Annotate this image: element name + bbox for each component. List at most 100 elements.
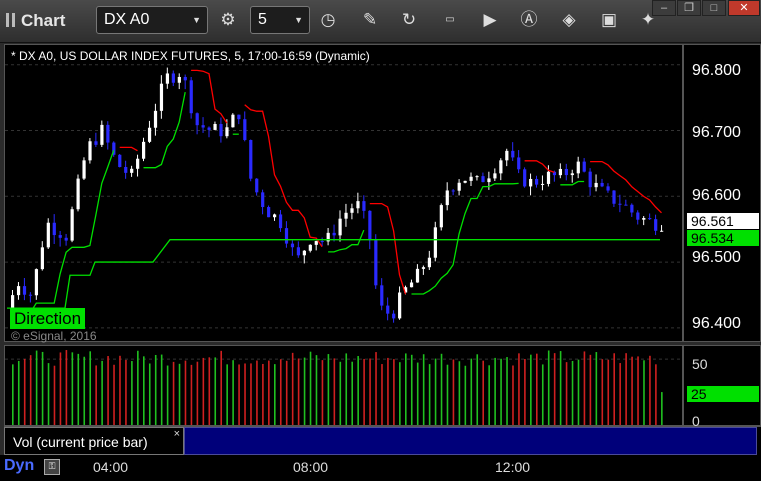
grip-icon[interactable] [6, 13, 15, 27]
volume-bar [71, 352, 74, 425]
lock-icon[interactable]: ⚿ [44, 459, 60, 475]
volume-bar [494, 357, 496, 425]
volume-bar [363, 358, 365, 425]
volume-bar [381, 364, 383, 425]
volume-bar [583, 351, 586, 425]
pencil-icon[interactable]: ✎ [358, 8, 382, 32]
refresh-icon[interactable]: ↻ [397, 8, 421, 32]
candle-body [487, 178, 491, 183]
candle-body [183, 76, 187, 81]
volume-bar [131, 361, 133, 425]
candle-body [70, 209, 74, 241]
minimize-icon[interactable]: – [652, 0, 676, 16]
candle-body [362, 201, 366, 211]
close-icon[interactable]: × [174, 428, 180, 440]
clock-icon[interactable]: ◷ [316, 8, 340, 32]
candle-body [273, 214, 277, 218]
volume-bar [77, 353, 80, 425]
candle-body [124, 167, 128, 173]
volume-bar [256, 360, 258, 425]
candle-body [302, 250, 306, 256]
volume-bar [345, 353, 348, 425]
price-tick: 96.500 [692, 249, 741, 266]
volume-bar [571, 360, 574, 425]
close-icon[interactable]: ✕ [728, 0, 760, 16]
time-axis[interactable]: Dyn ⚿ 04:00 08:00 12:00 [0, 455, 761, 481]
volume-bar [279, 359, 282, 425]
maximize-icon[interactable]: □ [702, 0, 726, 16]
volume-bar [113, 364, 115, 425]
volume-bar [619, 363, 621, 425]
volume-bar [440, 353, 443, 425]
candle-body [350, 208, 354, 213]
candle-body [11, 295, 15, 309]
interval-value: 5 [258, 11, 267, 28]
volume-bar [405, 353, 407, 425]
symbol-selector[interactable]: DX A0 ▼ [96, 6, 208, 34]
candle-body [445, 190, 449, 206]
volume-bar [262, 363, 264, 425]
time-tick: 12:00 [495, 459, 531, 475]
candle-body [58, 235, 62, 238]
symbol-value: DX A0 [104, 11, 150, 28]
volume-bar [524, 358, 526, 425]
candle-body [517, 157, 521, 170]
volume-bar [309, 351, 312, 425]
volume-bar [244, 363, 246, 425]
price-axis[interactable]: 96.800 96.700 96.600 96.500 96.400 96.56… [683, 44, 761, 342]
volume-current-tag: 25 [687, 386, 759, 402]
chart-toolbar: Chart DX A0 ▼ ⚙ 5 ▼ ◷ ✎ ↻ ▭ ▶ Ⓐ ◈ ▣ ✦ – … [0, 0, 761, 43]
candle-body [433, 227, 437, 258]
candle-body [171, 73, 175, 83]
volume-bar [458, 361, 461, 425]
volume-bar [220, 350, 223, 425]
candle-body [332, 232, 336, 236]
candle-body [380, 285, 384, 306]
candle-body [82, 160, 86, 179]
volume-bar [125, 359, 127, 425]
volume-bar [250, 363, 252, 425]
volume-axis[interactable]: 50 25 0 [683, 345, 761, 429]
study-bar: Vol (current price bar) × [4, 426, 761, 455]
chat-icon[interactable]: ▣ [597, 8, 621, 32]
play-icon[interactable]: ▶ [478, 8, 502, 32]
volume-bar [506, 357, 508, 425]
volume-bar [637, 356, 639, 425]
volume-bar [202, 357, 205, 425]
restore-icon[interactable]: ❐ [677, 0, 701, 16]
candle-body [314, 241, 318, 245]
interval-selector[interactable]: 5 ▼ [250, 6, 310, 34]
price-plot[interactable]: * DX A0, US DOLLAR INDEX FUTURES, 5, 17:… [4, 44, 683, 343]
app-title: Chart [6, 11, 65, 31]
candle-body [570, 173, 574, 176]
candle-body [219, 123, 223, 137]
candle-body [28, 294, 33, 296]
volume-bar [565, 362, 568, 425]
get-icon[interactable]: ▭ [438, 8, 462, 32]
volume-bar [577, 359, 580, 425]
candle-body [398, 292, 402, 319]
candle-body [136, 158, 140, 169]
volume-plot[interactable] [4, 345, 683, 426]
price-tick: 96.700 [692, 124, 741, 141]
candle-body [177, 76, 181, 83]
volume-bar [601, 359, 604, 425]
gear-icon[interactable]: ⚙ [216, 8, 240, 32]
dynamic-mode-label[interactable]: Dyn [4, 457, 34, 475]
volume-bar [184, 360, 187, 425]
volume-bar [41, 351, 44, 425]
candle-body [34, 269, 39, 296]
volume-bar [613, 353, 616, 425]
volume-bar [214, 357, 217, 425]
volume-bar [190, 364, 193, 425]
volume-bar [321, 360, 324, 425]
candle-body [451, 190, 455, 192]
last-price-tag: 96.561 [687, 213, 759, 229]
alert-icon[interactable]: Ⓐ [517, 8, 541, 32]
tag-icon[interactable]: ◈ [557, 8, 581, 32]
study-label: Vol (current price bar) [13, 434, 148, 450]
study-tab-volume[interactable]: Vol (current price bar) × [4, 427, 184, 455]
candle-body [338, 218, 342, 236]
volume-bar [274, 364, 276, 425]
price-tick: 96.400 [692, 315, 741, 332]
